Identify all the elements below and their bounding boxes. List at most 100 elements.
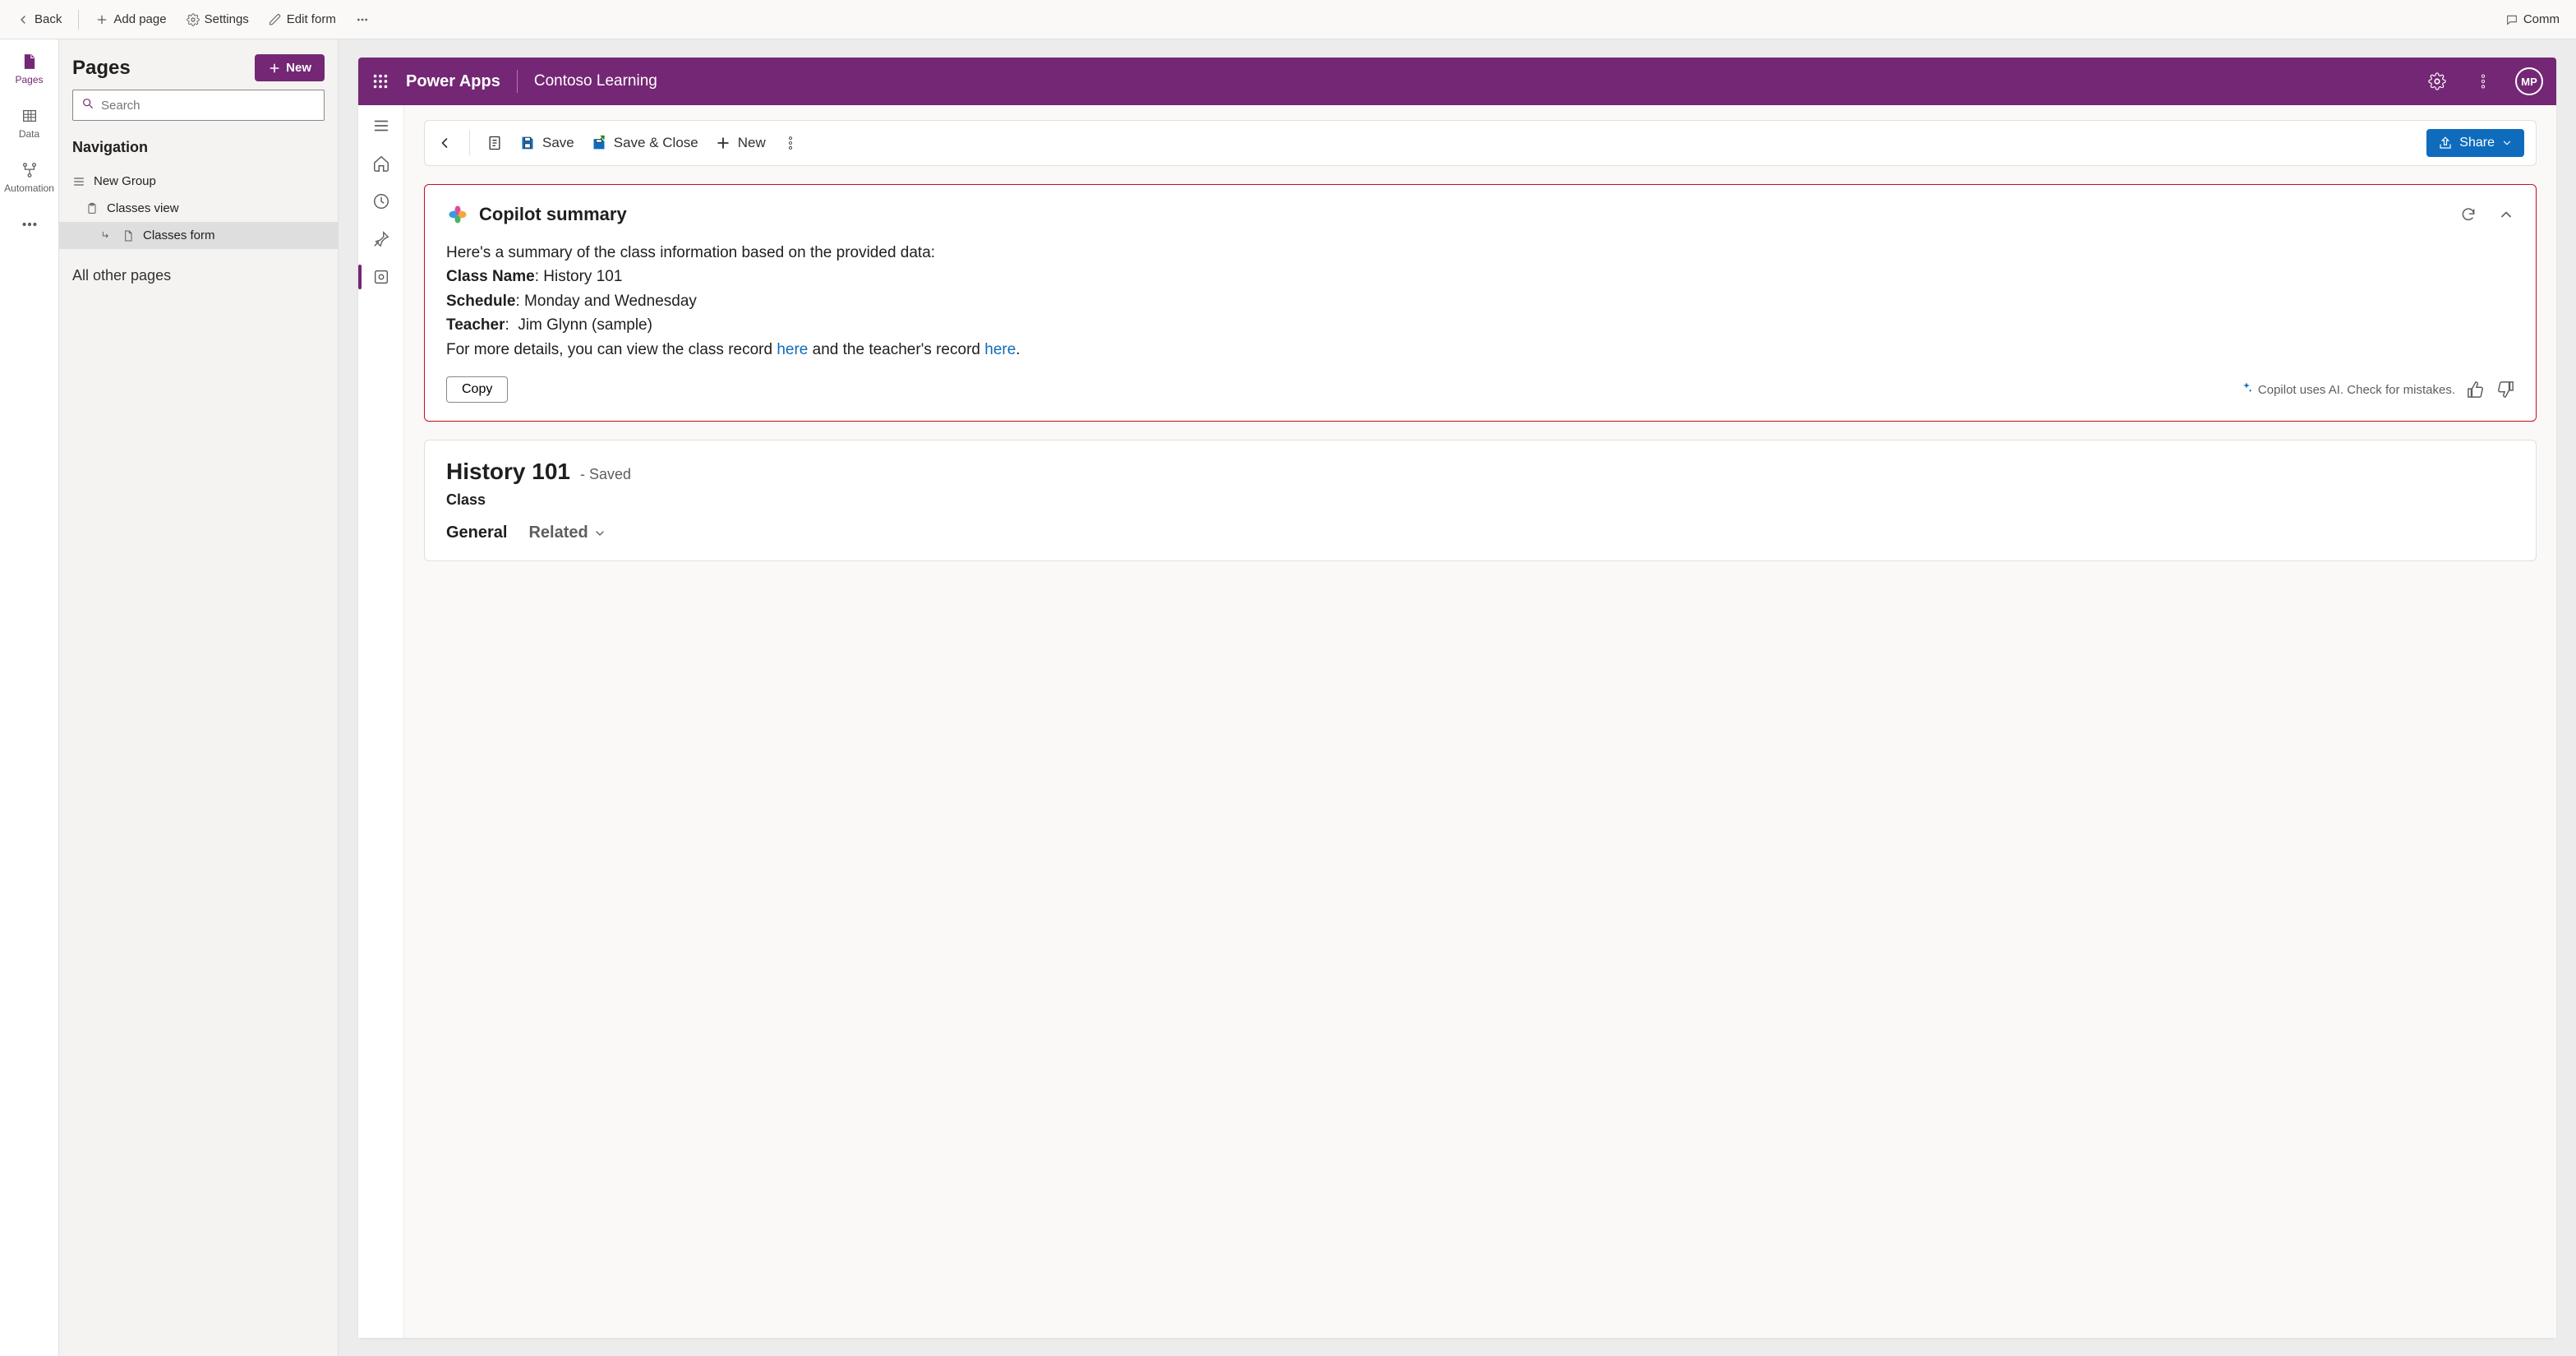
save-close-label: Save & Close <box>614 135 698 151</box>
tab-related-label: Related <box>528 523 588 542</box>
chevron-down-icon <box>593 527 606 540</box>
waffle-icon[interactable] <box>371 72 389 90</box>
user-avatar[interactable]: MP <box>2515 67 2543 95</box>
collapse-button[interactable] <box>2498 206 2514 223</box>
separator <box>469 131 470 155</box>
schedule-value: Monday and Wednesday <box>524 293 697 310</box>
search-box[interactable] <box>72 90 325 121</box>
environment-name: Contoso Learning <box>534 72 657 90</box>
pages-title: Pages <box>72 57 131 80</box>
app-main: Save Save & Close New <box>404 105 2556 1338</box>
add-page-button[interactable]: Add page <box>89 9 173 30</box>
record-saved-status: - Saved <box>580 466 631 483</box>
all-other-pages-heading[interactable]: All other pages <box>59 252 338 299</box>
details-mid: and the teacher's record <box>808 341 984 358</box>
pin-icon[interactable] <box>372 230 390 248</box>
header-more-button[interactable] <box>2474 72 2492 90</box>
tool-pages[interactable]: Pages <box>0 48 58 90</box>
navigation-heading: Navigation <box>59 131 338 164</box>
pencil-icon <box>269 13 282 26</box>
tool-pages-label: Pages <box>15 74 43 85</box>
comments-label: Comm <box>2523 12 2560 26</box>
settings-button[interactable]: Settings <box>180 9 256 30</box>
tool-automation-label: Automation <box>4 182 54 194</box>
tab-general-label: General <box>446 523 507 542</box>
home-icon[interactable] <box>372 155 390 173</box>
tool-data-label: Data <box>19 128 39 140</box>
tool-more[interactable] <box>0 210 58 238</box>
top-command-bar: Back Add page Settings Edit form Comm <box>0 0 2576 39</box>
copilot-summary-card: Copilot summary Here's a summary of the … <box>424 184 2537 422</box>
toolbar-save-button[interactable]: Save <box>519 135 574 151</box>
comments-button[interactable]: Comm <box>2499 9 2566 30</box>
hamburger-icon[interactable] <box>372 117 390 135</box>
toolbar-save-close-button[interactable]: Save & Close <box>591 135 698 151</box>
class-record-link[interactable]: here <box>776 341 808 358</box>
separator <box>78 10 79 30</box>
copy-button[interactable]: Copy <box>446 376 508 403</box>
more-horizontal-icon <box>356 13 369 26</box>
teacher-label: Teacher <box>446 316 505 334</box>
toolbar-new-button[interactable]: New <box>715 135 766 151</box>
add-page-label: Add page <box>113 12 166 26</box>
class-name-label: Class Name <box>446 268 535 285</box>
save-icon <box>519 135 536 151</box>
form-toolbar: Save Save & Close New <box>424 120 2537 166</box>
arrow-left-icon <box>16 13 30 26</box>
tool-automation[interactable]: Automation <box>0 156 58 199</box>
refresh-button[interactable] <box>2460 206 2477 223</box>
toolbar-back-button[interactable] <box>436 135 453 151</box>
new-page-button[interactable]: New <box>255 54 325 81</box>
details-pre: For more details, you can view the class… <box>446 341 776 358</box>
copilot-title: Copilot summary <box>479 204 2450 225</box>
file-icon <box>122 229 135 242</box>
edit-form-button[interactable]: Edit form <box>262 9 343 30</box>
app-header: Power Apps Contoso Learning MP <box>358 58 2556 105</box>
nav-item-label: Classes view <box>107 201 179 215</box>
clipboard-icon <box>85 202 99 215</box>
share-button[interactable]: Share <box>2426 129 2524 157</box>
record-title: History 101 <box>446 459 570 485</box>
thumbs-down-button[interactable] <box>2496 381 2514 399</box>
schedule-label: Schedule <box>446 293 515 310</box>
details-post: . <box>1016 341 1020 358</box>
copilot-logo-icon <box>446 203 469 226</box>
tool-data[interactable]: Data <box>0 102 58 145</box>
page-icon <box>21 53 39 71</box>
more-button[interactable] <box>349 10 376 30</box>
list-icon <box>72 175 85 188</box>
back-button[interactable]: Back <box>10 9 68 30</box>
app-nav-rail <box>358 105 404 1338</box>
nav-group-label: New Group <box>94 174 156 188</box>
edit-form-label: Edit form <box>287 12 336 26</box>
teacher-record-link[interactable]: here <box>984 341 1016 358</box>
thumbs-up-button[interactable] <box>2467 381 2485 399</box>
plus-icon <box>715 135 731 151</box>
ai-note-text: Copilot uses AI. Check for mistakes. <box>2258 383 2455 397</box>
toolbar-more-button[interactable] <box>782 135 799 151</box>
toolbar-form-button[interactable] <box>486 135 503 151</box>
nav-item-classes-form[interactable]: Classes form <box>59 222 338 249</box>
header-settings-button[interactable] <box>2428 72 2446 90</box>
more-vertical-icon <box>782 135 799 151</box>
gear-icon <box>187 13 200 26</box>
tab-related[interactable]: Related <box>528 523 606 542</box>
class-name-value: History 101 <box>543 268 622 285</box>
subpage-arrow-icon <box>100 229 113 242</box>
recent-icon[interactable] <box>372 192 390 210</box>
design-canvas: Power Apps Contoso Learning MP <box>339 39 2576 1356</box>
record-card: History 101 - Saved Class General Relate… <box>424 440 2537 561</box>
save-label: Save <box>542 135 574 151</box>
search-input[interactable] <box>101 99 316 113</box>
back-label: Back <box>35 12 62 26</box>
nav-item-classes-view[interactable]: Classes view <box>59 195 338 222</box>
new-page-label: New <box>286 61 311 75</box>
arrow-left-icon <box>436 135 453 151</box>
tab-general[interactable]: General <box>446 523 507 542</box>
pages-panel: Pages New Navigation New Group <box>59 39 339 1356</box>
settings-rail-icon[interactable] <box>372 268 390 286</box>
flow-icon <box>21 161 39 179</box>
save-close-icon <box>591 135 607 151</box>
nav-group-new[interactable]: New Group <box>59 168 338 195</box>
settings-label: Settings <box>205 12 249 26</box>
